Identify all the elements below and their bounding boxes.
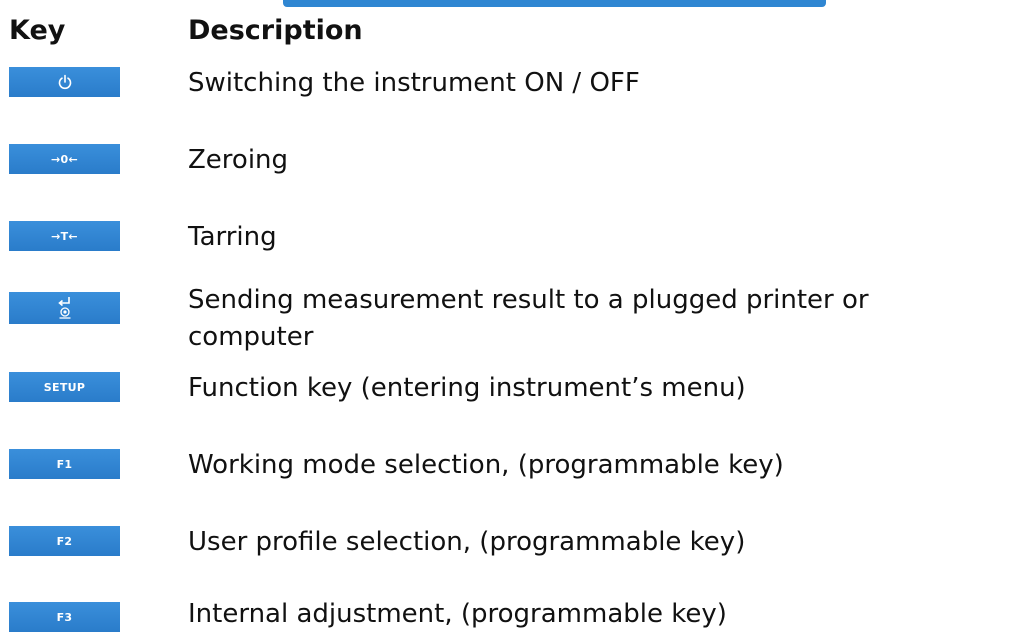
f2-key[interactable]: F2 (9, 526, 120, 556)
key-description: Sending measurement result to a plugged … (188, 285, 869, 352)
power-icon (58, 74, 71, 90)
header-description: Description (188, 15, 363, 46)
key-description: Zeroing (188, 145, 289, 175)
f2-key-label: F2 (56, 534, 73, 548)
table-row: Switching the instrument ON / OFF (0, 63, 1033, 103)
zero-icon: →0← (51, 152, 78, 166)
table-row: SETUP Function key (entering instrument’… (0, 368, 1033, 408)
table-row: F3 Internal adjustment, (programmable ke… (0, 596, 1033, 636)
table-row: →T← Tarring (0, 217, 1033, 257)
key-description: User profile selection, (programmable ke… (188, 527, 746, 557)
setup-key[interactable]: SETUP (9, 372, 120, 402)
f3-key-label: F3 (56, 610, 73, 624)
f1-key-label: F1 (56, 457, 73, 471)
tare-icon: →T← (51, 229, 78, 243)
table-row: →0← Zeroing (0, 140, 1033, 180)
key-description: Switching the instrument ON / OFF (188, 68, 640, 98)
enter-print-icon (57, 297, 70, 319)
tare-key[interactable]: →T← (9, 221, 120, 251)
table-row: F1 Working mode selection, (programmable… (0, 445, 1033, 485)
key-description: Internal adjustment, (programmable key) (188, 599, 727, 629)
f1-key[interactable]: F1 (9, 449, 120, 479)
table-row: F2 User profile selection, (programmable… (0, 522, 1033, 562)
zero-key[interactable]: →0← (9, 144, 120, 174)
key-description: Function key (entering instrument’s menu… (188, 373, 746, 403)
key-description: Working mode selection, (programmable ke… (188, 450, 784, 480)
enter-print-key[interactable] (9, 292, 120, 324)
power-key[interactable] (9, 67, 120, 97)
key-description: Tarring (188, 222, 277, 252)
header-key: Key (9, 15, 66, 46)
table-row: Sending measurement result to a plugged … (0, 280, 1033, 360)
setup-key-label: SETUP (43, 380, 86, 394)
f3-key[interactable]: F3 (9, 602, 120, 632)
top-decorative-bar (283, 0, 826, 7)
table-header: Key Description (0, 14, 1033, 48)
